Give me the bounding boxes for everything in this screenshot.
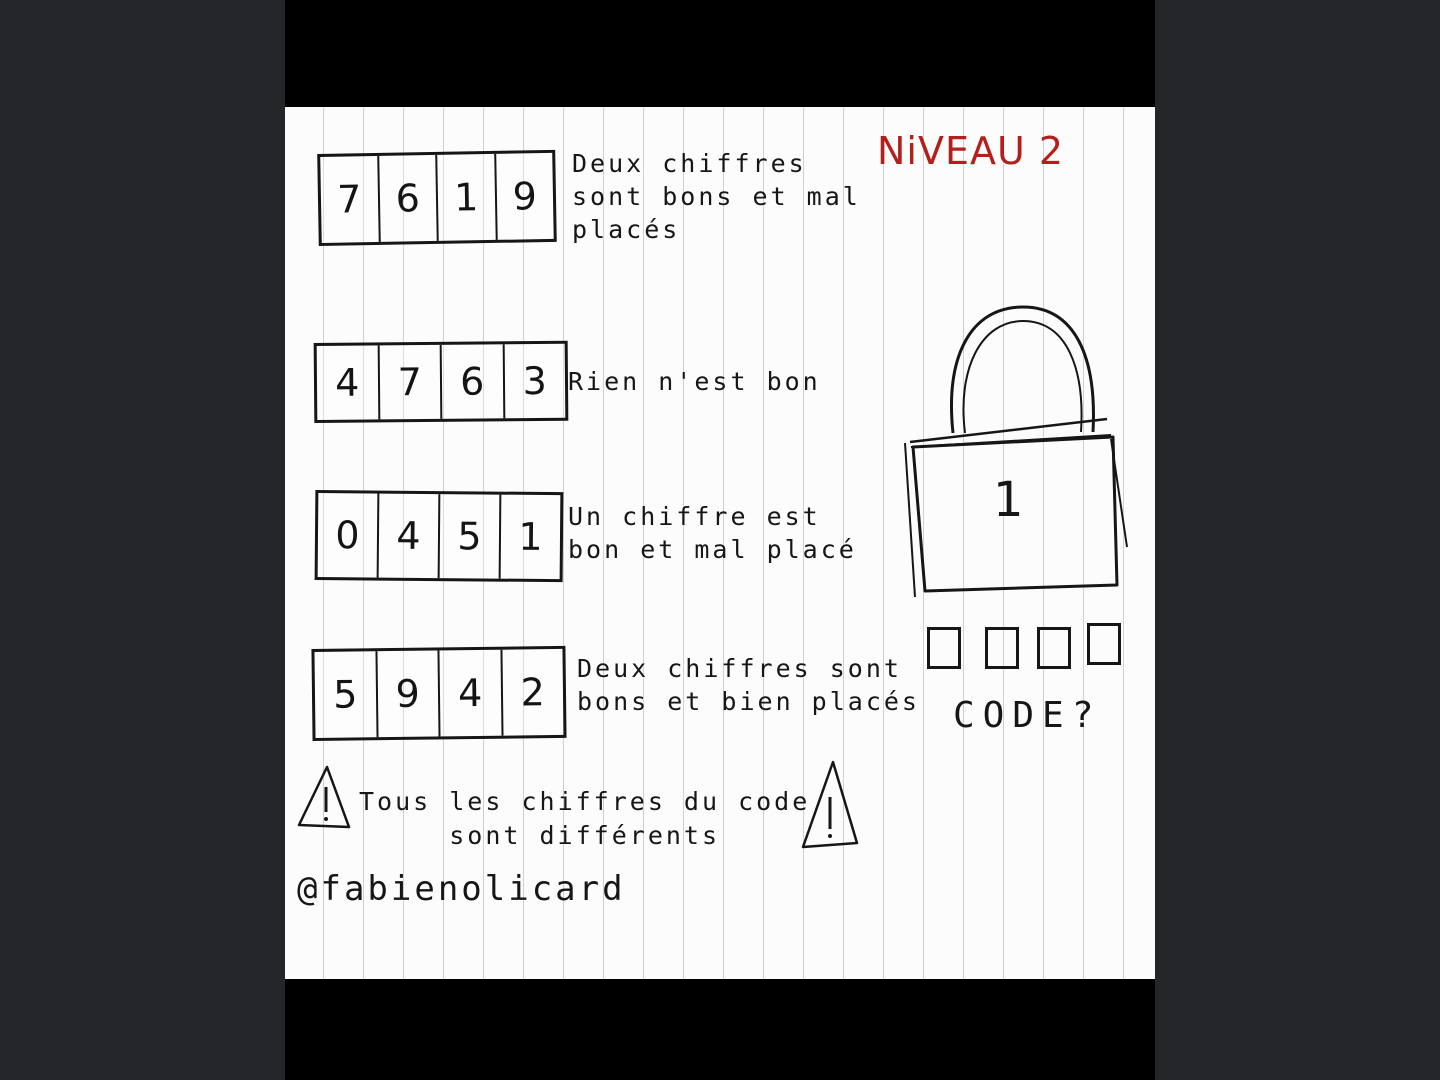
code-slot: [1037, 627, 1071, 669]
code-label: CODE?: [953, 695, 1102, 736]
padlock-digit: 1: [993, 472, 1024, 528]
notebook-paper: NiVEAU 2 7 6 1 9 Deux chiffres sont bons…: [285, 107, 1155, 979]
warning-triangle-icon: [297, 765, 351, 829]
code-slot: [1087, 623, 1121, 665]
code-slot: [985, 627, 1019, 669]
code-slot: [927, 627, 961, 669]
author-handle: @fabienolicard: [297, 869, 626, 909]
warning-text: Tous les chiffres du code sont différent…: [359, 787, 811, 850]
padlock-icon: [904, 305, 1128, 598]
warning-triangle-icon: [801, 760, 859, 849]
